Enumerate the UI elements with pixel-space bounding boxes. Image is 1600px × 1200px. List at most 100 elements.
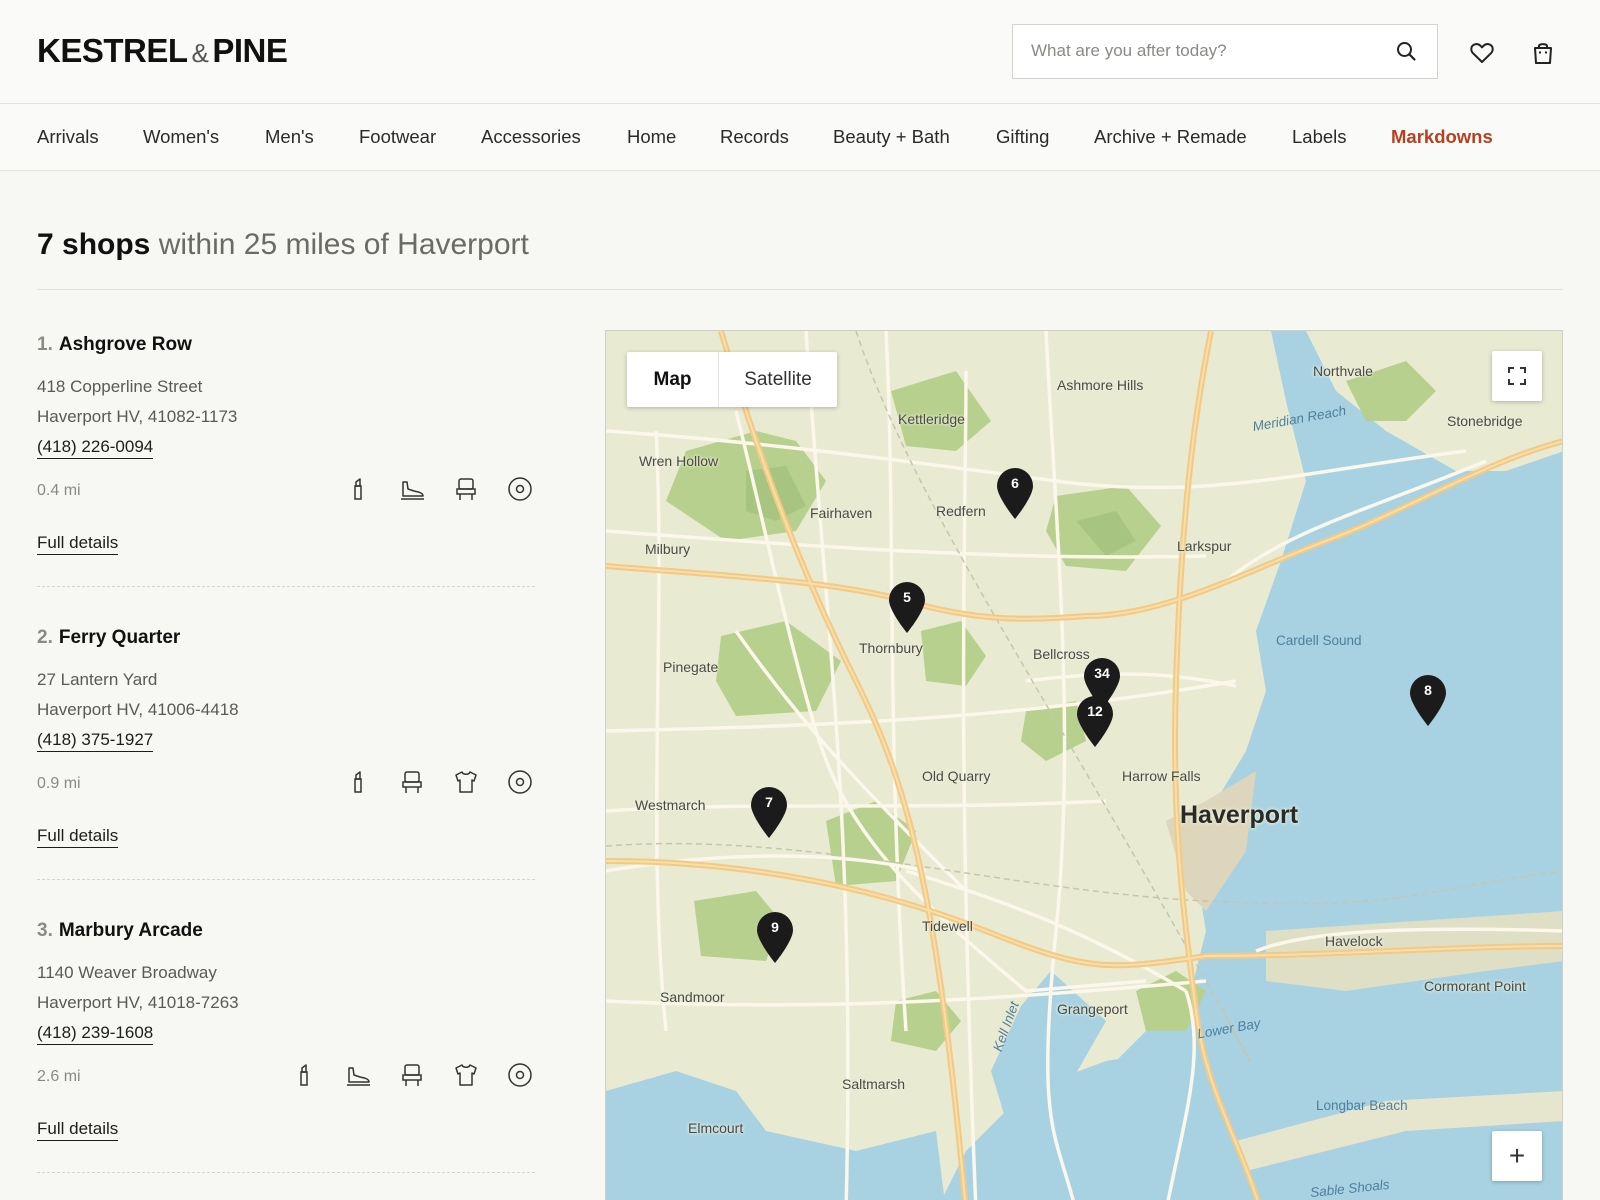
map-label-havelock: Havelock	[1325, 933, 1383, 949]
shop-name-text: Ferry Quarter	[58, 627, 181, 648]
map-pin[interactable]: 8	[1409, 674, 1447, 726]
shop-number: 3.	[37, 920, 53, 941]
map-label-harrow-falls: Harrow Falls	[1122, 768, 1201, 784]
fullscreen-button[interactable]	[1492, 351, 1542, 401]
map-label-cormorant-point: Cormorant Point	[1424, 978, 1526, 994]
map-label-pinegate: Pinegate	[663, 659, 719, 675]
nav-item-accessories[interactable]: Accessories	[481, 126, 581, 148]
shop-name-text: Ashgrove Row	[58, 334, 192, 355]
map-label-saltmarsh: Saltmarsh	[842, 1076, 906, 1092]
map-pin-label: 7	[765, 794, 773, 810]
shirt-icon	[451, 767, 481, 797]
map-label-bellcross: Bellcross	[1033, 646, 1090, 662]
shop-city: Haverport HV, 41082-1173	[37, 407, 238, 426]
shoe-icon	[343, 1060, 373, 1090]
shop-card: 1. Ashgrove Row 418 Copperline Street Haver…	[37, 334, 535, 594]
lipstick-icon	[289, 1060, 319, 1090]
map-mode-button[interactable]: Map	[627, 352, 719, 407]
satellite-mode-button[interactable]: Satellite	[719, 352, 837, 407]
map-pin[interactable]: 5	[888, 581, 926, 633]
map-label-wren-hollow: Wren Hollow	[639, 453, 719, 469]
shop-distance: 2.6 mi	[37, 1068, 81, 1085]
nav-item-markdowns[interactable]: Markdowns	[1391, 126, 1493, 148]
nav-item-beauty-bath[interactable]: Beauty + Bath	[833, 126, 950, 148]
map-pin-label: 12	[1087, 703, 1103, 719]
shop-phone-link[interactable]: (418) 239-1608	[37, 1022, 154, 1045]
record-icon	[505, 767, 535, 797]
shirt-icon	[451, 1060, 481, 1090]
brand-logo[interactable]: KESTREL & PINE	[37, 32, 288, 70]
shop-name-text: Marbury Arcade	[58, 920, 203, 941]
shop-card: 2. Ferry Quarter 27 Lantern Yard Haverport …	[37, 627, 535, 887]
shop-city: Haverport HV, 41018-7263	[37, 993, 239, 1012]
shop-name[interactable]: 2. Ferry Quarter	[37, 627, 535, 653]
shop-name[interactable]: 1. Ashgrove Row	[37, 334, 535, 360]
bag-icon[interactable]	[1530, 40, 1556, 66]
shop-card: 3. Marbury Arcade 1140 Weaver Broadway Have…	[37, 920, 535, 1180]
brand-name-right: PINE	[212, 32, 288, 69]
nav-item-gifting[interactable]: Gifting	[996, 126, 1049, 148]
shop-distance: 0.9 mi	[37, 775, 81, 792]
full-details-link[interactable]: Full details	[37, 825, 119, 848]
shoe-icon	[397, 474, 427, 504]
divider	[37, 586, 535, 587]
full-details-link[interactable]: Full details	[37, 532, 119, 555]
map-label-sandmoor: Sandmoor	[660, 989, 725, 1005]
site-header: KESTREL & PINE	[0, 0, 1600, 104]
nav-item-home[interactable]: Home	[627, 126, 676, 148]
search-input[interactable]	[1031, 25, 1391, 77]
results-count: 7 shops	[37, 228, 151, 261]
shop-number: 2.	[37, 627, 53, 648]
heart-icon[interactable]	[1469, 40, 1495, 66]
map-pin[interactable]: 12	[1076, 695, 1114, 747]
shop-address: 1140 Weaver Broadway Haverport HV, 41018-…	[37, 958, 535, 1018]
shop-category-icons	[289, 1060, 535, 1090]
map-label-westmarch: Westmarch	[635, 797, 706, 813]
map-label-redfern: Redfern	[936, 503, 986, 519]
shop-phone-link[interactable]: (418) 375-1927	[37, 729, 154, 752]
map-type-toggle: Map Satellite	[627, 352, 837, 407]
shop-street: 418 Copperline Street	[37, 377, 203, 396]
map-label-old-quarry: Old Quarry	[922, 768, 991, 784]
shop-category-icons	[343, 474, 535, 504]
nav-item-records[interactable]: Records	[720, 126, 789, 148]
search-icon[interactable]	[1395, 40, 1417, 62]
shop-address: 418 Copperline Street Haverport HV, 41082…	[37, 372, 535, 432]
lipstick-icon	[343, 767, 373, 797]
map-pin[interactable]: 9	[756, 911, 794, 963]
divider	[37, 879, 535, 880]
shop-city: Haverport HV, 41006-4418	[37, 700, 239, 719]
main-nav: Arrivals Women's Men's Footwear Accessor…	[0, 104, 1600, 171]
shop-distance: 0.4 mi	[37, 482, 81, 499]
nav-item-labels[interactable]: Labels	[1292, 126, 1347, 148]
map-pin-label: 9	[771, 919, 779, 935]
nav-item-archive-remade[interactable]: Archive + Remade	[1094, 126, 1247, 148]
shop-name[interactable]: 3. Marbury Arcade	[37, 920, 535, 946]
shop-phone-link[interactable]: (418) 226-0094	[37, 436, 154, 459]
lipstick-icon	[343, 474, 373, 504]
map-label-fairhaven: Fairhaven	[810, 505, 873, 521]
map-pin[interactable]: 6	[996, 467, 1034, 519]
record-icon	[505, 474, 535, 504]
nav-item-mens[interactable]: Men's	[265, 126, 314, 148]
divider	[37, 289, 1563, 290]
nav-item-footwear[interactable]: Footwear	[359, 126, 436, 148]
map-label-milbury: Milbury	[645, 541, 691, 557]
store-map[interactable]: Ashmore Hills Northvale Stonebridge Kett…	[605, 330, 1563, 1200]
map-label-northvale: Northvale	[1313, 363, 1373, 379]
map-label-kettleridge: Kettleridge	[898, 411, 965, 427]
zoom-in-button[interactable]: +	[1492, 1131, 1542, 1181]
nav-item-arrivals[interactable]: Arrivals	[37, 126, 99, 148]
map-canvas[interactable]	[606, 331, 1563, 1200]
map-label-thornbury: Thornbury	[859, 640, 923, 656]
brand-ampersand: &	[191, 38, 209, 68]
map-label-ashmore-hills: Ashmore Hills	[1057, 377, 1144, 393]
chair-icon	[397, 1060, 427, 1090]
shop-category-icons	[343, 767, 535, 797]
brand-name-left: KESTREL	[37, 32, 188, 69]
map-pin[interactable]: 7	[750, 786, 788, 838]
full-details-link[interactable]: Full details	[37, 1118, 119, 1141]
results-scope: within 25 miles of Haverport	[158, 228, 529, 261]
chair-icon	[451, 474, 481, 504]
nav-item-womens[interactable]: Women's	[143, 126, 219, 148]
